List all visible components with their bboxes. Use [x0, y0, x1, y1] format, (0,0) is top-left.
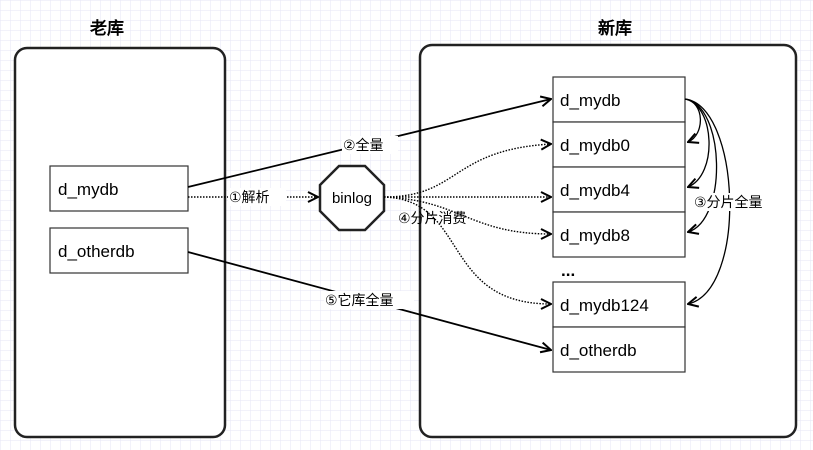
- ellipsis: ...: [561, 261, 575, 280]
- new-db-d-mydb124-label: d_mydb124: [560, 296, 649, 315]
- edge-shard-consume-label: ④分片消费: [398, 210, 467, 226]
- edge-parse-label: ①解析: [229, 189, 270, 205]
- old-db-d-mydb-label: d_mydb: [58, 180, 118, 199]
- old-db-d-otherdb-label: d_otherdb: [58, 242, 135, 261]
- old-db-title: 老库: [89, 18, 124, 38]
- migration-diagram: 老库 d_mydb d_otherdb 新库 d_mydb d_mydb0 d_…: [0, 0, 813, 450]
- new-db-title: 新库: [598, 18, 632, 38]
- new-db-d-mydb-label: d_mydb: [560, 91, 620, 110]
- new-db-d-mydb4-label: d_mydb4: [560, 181, 630, 200]
- edge-shard-full-label: ③分片全量: [694, 194, 763, 210]
- new-db-table-group: d_mydb d_mydb0 d_mydb4 d_mydb8 ... d_myd…: [552, 76, 686, 373]
- edge-other-full-label: ⑤它库全量: [325, 292, 394, 308]
- edge-full-label: ②全量: [343, 137, 384, 153]
- new-db-d-otherdb-label: d_otherdb: [560, 341, 637, 360]
- binlog-label: binlog: [332, 190, 372, 207]
- new-db-d-mydb0-label: d_mydb0: [560, 136, 630, 155]
- new-db-d-mydb8-label: d_mydb8: [560, 226, 630, 245]
